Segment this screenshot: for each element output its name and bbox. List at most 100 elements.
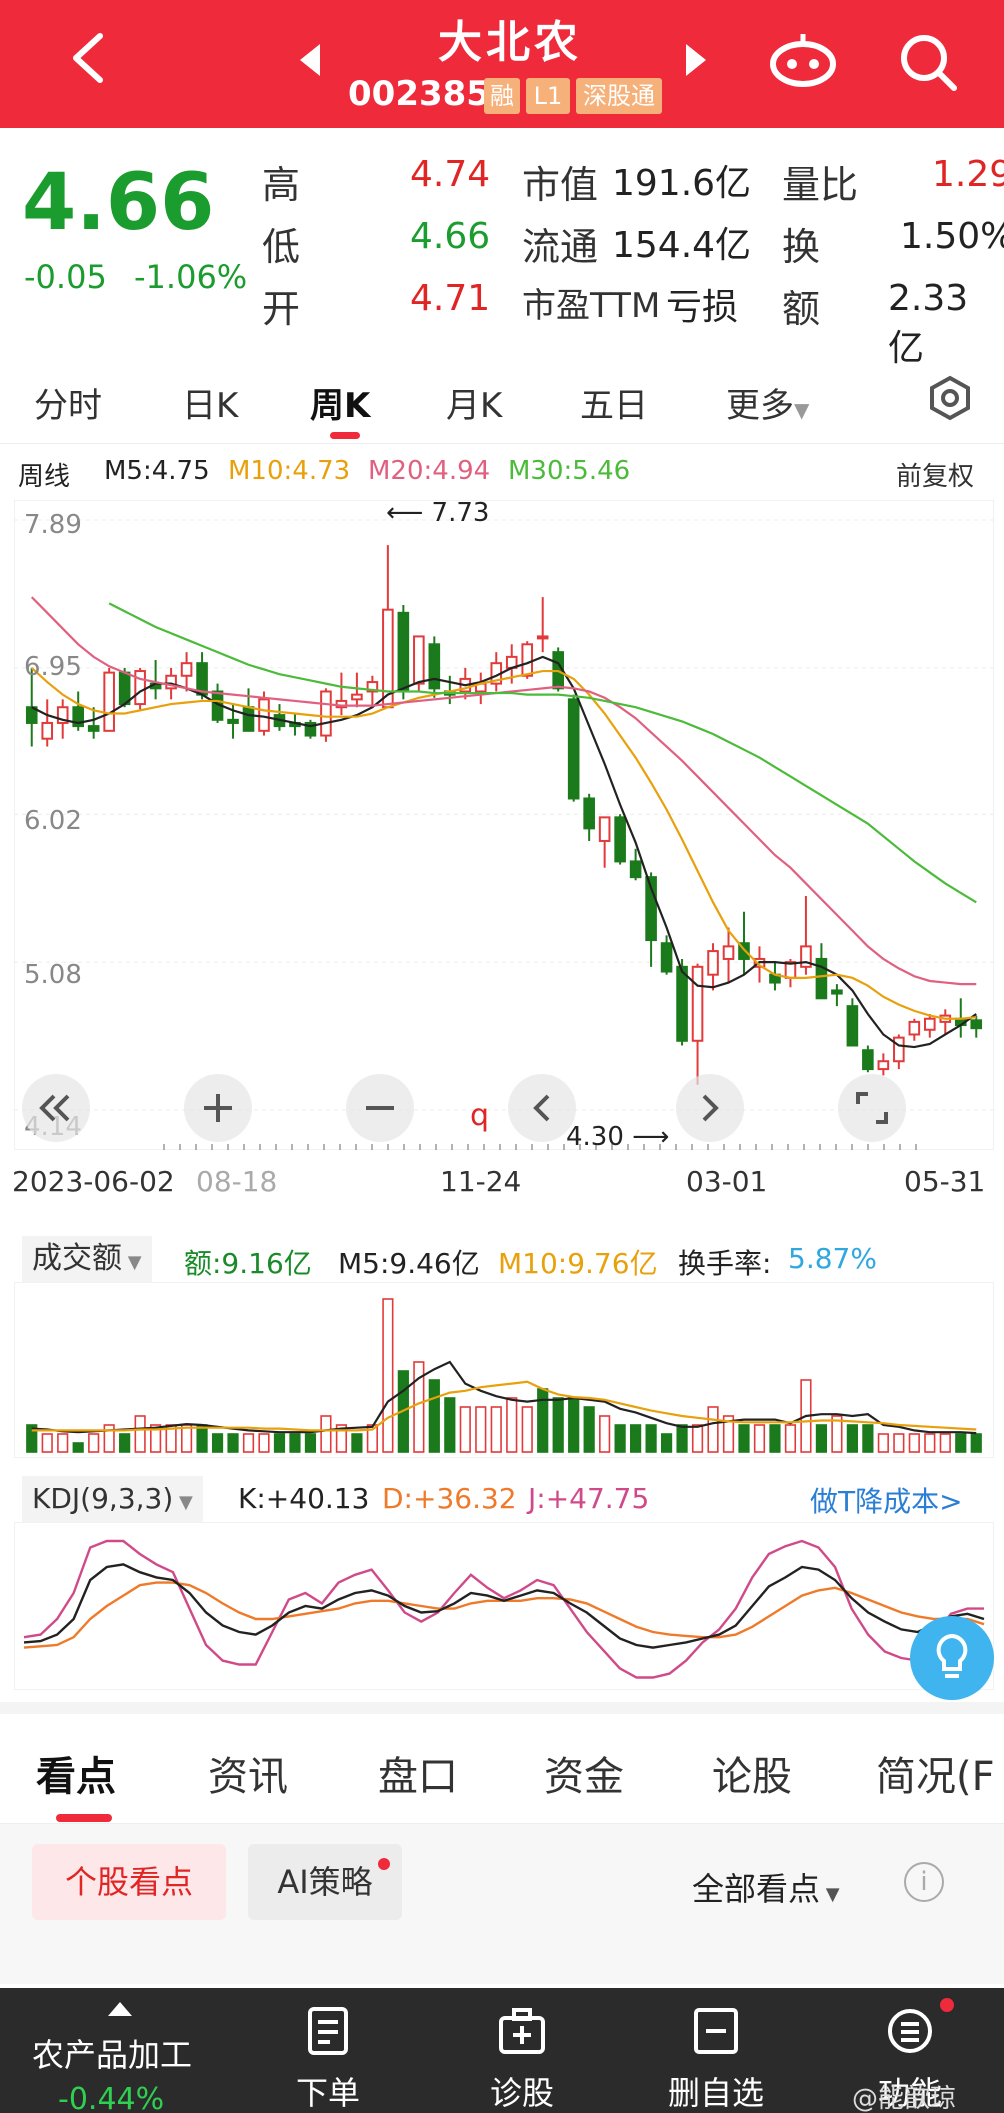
volume-bar xyxy=(490,1406,502,1453)
tab-highlights[interactable]: 看点 xyxy=(36,1744,116,1802)
adjust-mode[interactable]: 前复权 xyxy=(896,456,974,493)
volume-bar xyxy=(583,1406,595,1453)
chip-stock-highlights[interactable]: 个股看点 xyxy=(32,1844,226,1920)
price-change: -0.05 xyxy=(24,258,107,296)
caret-up-icon xyxy=(108,2002,132,2016)
kdj-indicator-selector[interactable]: KDJ(9,3,3) ▼ xyxy=(22,1476,203,1522)
volume-chart[interactable] xyxy=(14,1282,994,1458)
tab-monthly-k[interactable]: 月K xyxy=(446,378,502,427)
high-annotation: ⟵ 7.73 xyxy=(386,498,489,528)
search-icon[interactable] xyxy=(896,30,960,94)
chevron-left-icon xyxy=(533,1094,550,1122)
volume-bar xyxy=(196,1424,208,1453)
tab-profile[interactable]: 简况(F xyxy=(876,1744,995,1802)
place-order-button[interactable]: 下单 xyxy=(258,1988,398,2113)
volume-bar xyxy=(180,1424,193,1453)
active-info-tab-indicator xyxy=(56,1814,112,1822)
volume-bar xyxy=(784,1424,797,1453)
candle-body xyxy=(397,611,410,693)
zoom-out-button[interactable] xyxy=(346,1074,414,1142)
event-marker[interactable]: q xyxy=(470,1098,489,1133)
mktcap-value: 191.6亿 xyxy=(612,163,752,204)
volume-bar xyxy=(444,1397,456,1453)
tab-weekly-k[interactable]: 周K xyxy=(310,378,370,427)
volume-bar xyxy=(273,1433,286,1453)
caret-down-icon: ▼ xyxy=(794,398,810,422)
candle-body xyxy=(242,706,255,732)
volume-bar xyxy=(103,1424,115,1453)
low-annotation: 4.30 ⟶ xyxy=(566,1122,669,1152)
kdj-chart[interactable] xyxy=(14,1522,994,1690)
open-value: 4.71 xyxy=(410,278,491,319)
ma5-label: M5:4.75 xyxy=(104,456,210,486)
candle-body xyxy=(924,1017,936,1031)
tab-five-day[interactable]: 五日 xyxy=(580,378,648,427)
tab-news[interactable]: 资讯 xyxy=(208,1744,288,1802)
settings-hexagon-icon[interactable] xyxy=(926,374,974,422)
scroll-left-button[interactable] xyxy=(508,1074,576,1142)
candle-body xyxy=(877,1060,890,1071)
t-trade-promo-link[interactable]: 做T降成本> xyxy=(810,1480,963,1520)
tab-funds[interactable]: 资金 xyxy=(544,1744,624,1802)
fullscreen-button[interactable] xyxy=(838,1074,906,1142)
tab-daily-k[interactable]: 日K xyxy=(182,378,238,427)
candle-body xyxy=(351,693,363,701)
candle-body xyxy=(614,816,626,863)
pe-value: 亏损 xyxy=(666,287,739,328)
candle-body xyxy=(970,1019,983,1030)
volume-bar xyxy=(552,1397,564,1453)
candle-body xyxy=(87,725,100,732)
scroll-left-fast-button[interactable] xyxy=(22,1074,90,1142)
volume-bar xyxy=(428,1379,440,1453)
minus-icon xyxy=(366,1106,394,1110)
remove-watchlist-label: 删自选 xyxy=(667,2074,764,2112)
volume-bar xyxy=(382,1298,394,1453)
info-icon[interactable]: i xyxy=(904,1862,944,1902)
volume-bar xyxy=(970,1433,982,1453)
chip-ai-strategy[interactable]: AI策略 xyxy=(248,1844,402,1920)
candle-body xyxy=(846,1005,859,1047)
candle-body xyxy=(707,950,719,976)
candle-body xyxy=(118,671,131,706)
candle-body xyxy=(676,965,688,1042)
lightbulb-tips-button[interactable] xyxy=(910,1616,994,1700)
volume-bar xyxy=(351,1433,363,1453)
zoom-in-button[interactable] xyxy=(184,1074,252,1142)
tab-discussion[interactable]: 论股 xyxy=(712,1744,792,1802)
weekly-k-chart[interactable] xyxy=(14,500,994,1150)
kdj-frame xyxy=(14,1522,994,1690)
back-arrow-icon[interactable] xyxy=(60,28,120,88)
prev-stock-arrow-icon[interactable] xyxy=(296,40,326,80)
remove-watchlist-button[interactable]: 删自选 xyxy=(646,1988,786,2113)
tab-more[interactable]: 更多▼ xyxy=(726,378,809,427)
volume-bar xyxy=(738,1424,750,1453)
diagnose-stock-label: 诊股 xyxy=(489,2074,554,2112)
candle-body xyxy=(660,942,673,973)
sector-change: -0.44% xyxy=(58,2082,165,2113)
volume-bar xyxy=(227,1433,239,1453)
double-chevron-left-icon xyxy=(39,1094,70,1122)
tab-more-label: 更多 xyxy=(726,386,794,426)
candle-body xyxy=(691,965,704,1042)
kdj-j-legend: J:+47.75 xyxy=(528,1482,650,1515)
price-change-pct: -1.06% xyxy=(134,258,248,296)
candle-body xyxy=(536,635,549,640)
period-tabs: 分时 日K 周K 月K 五日 更多▼ xyxy=(0,352,1004,444)
tab-intraday[interactable]: 分时 xyxy=(34,378,102,427)
stock-name: 大北农 xyxy=(438,17,582,68)
volume-bar xyxy=(815,1424,828,1453)
volume-bar xyxy=(908,1433,920,1453)
sector-name[interactable]: 农产品加工 xyxy=(32,2030,192,2076)
period-label: 周线 xyxy=(18,462,71,492)
diagnose-stock-button[interactable]: 诊股 xyxy=(452,1988,592,2113)
all-highlights-dropdown[interactable]: 全部看点 ▼ xyxy=(692,1864,840,1910)
next-stock-arrow-icon[interactable] xyxy=(680,40,710,80)
mktcap-label: 市值 xyxy=(522,163,599,207)
low-value: 4.66 xyxy=(410,216,491,257)
tab-orderbook[interactable]: 盘口 xyxy=(378,1744,458,1802)
robot-assistant-icon[interactable] xyxy=(768,30,838,90)
candle-body xyxy=(428,643,441,690)
volume-bar xyxy=(676,1424,688,1453)
volume-indicator-selector[interactable]: 成交额 ▼ xyxy=(22,1236,152,1282)
scroll-right-button[interactable] xyxy=(676,1074,744,1142)
